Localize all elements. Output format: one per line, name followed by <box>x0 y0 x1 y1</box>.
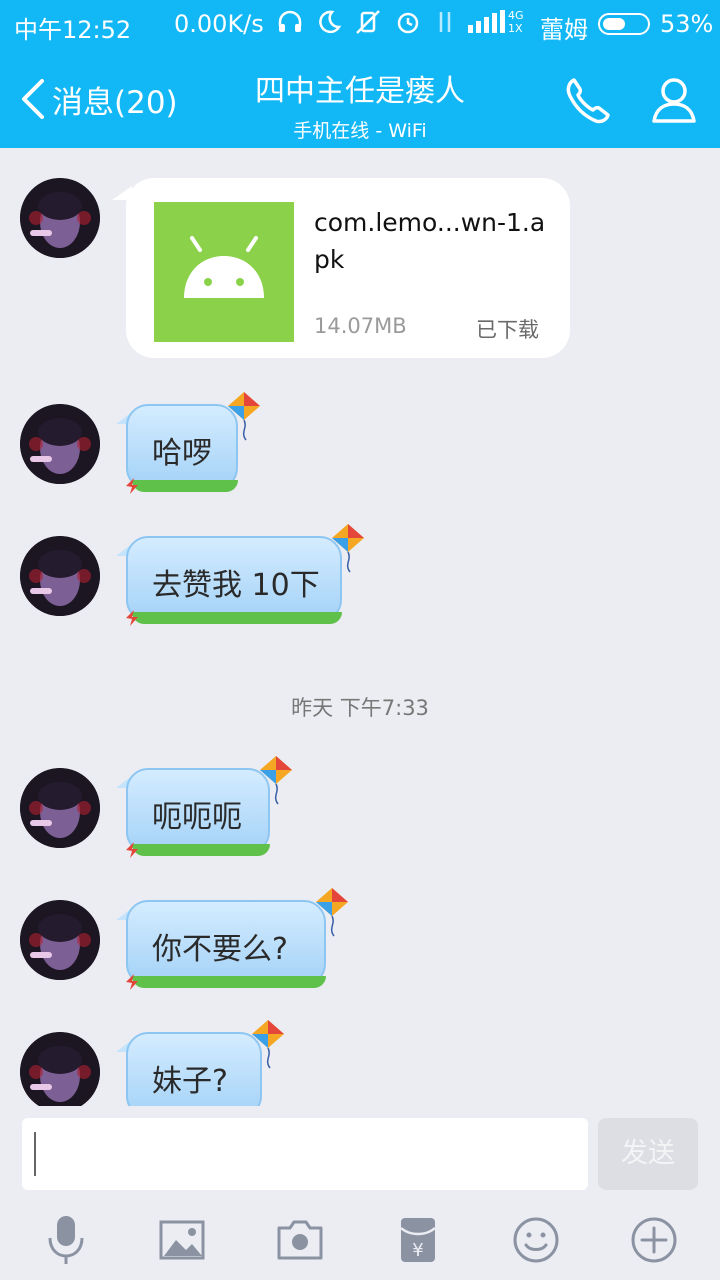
battery-icon <box>598 13 650 35</box>
message-list[interactable]: com.lemo...wn-1.apk 14.07MB 已下载 哈啰 去赞我 1… <box>0 148 720 1106</box>
camera-icon <box>277 1220 323 1260</box>
red-packet-button[interactable]: ¥ <box>394 1214 442 1266</box>
bubble-grass <box>132 844 270 856</box>
avatar[interactable] <box>20 900 100 980</box>
network-type: 4G 1X <box>508 9 524 35</box>
status-time: 中午12:52 <box>14 16 132 44</box>
sparkle-icon <box>126 974 138 990</box>
sparkle-icon <box>126 610 138 626</box>
data-transfer-icon <box>439 12 451 32</box>
moon-icon <box>319 10 342 34</box>
status-bar: 中午12:52 0.00K/s 4G 1X 蕾姆 53% <box>0 0 720 50</box>
page-title: 四中主任是瘘人 <box>255 74 465 109</box>
message-text: 呃呃呃 <box>152 800 242 835</box>
text-message[interactable]: 妹子? <box>116 1020 284 1106</box>
file-message[interactable]: com.lemo...wn-1.apk 14.07MB 已下载 <box>126 178 570 358</box>
sparkle-icon <box>126 842 138 858</box>
bubble-grass <box>132 612 342 624</box>
message-text: 去赞我 10下 <box>152 568 320 603</box>
gallery-button[interactable] <box>158 1214 206 1266</box>
status-speed: 0.00K/s <box>174 10 264 38</box>
person-icon <box>652 78 696 123</box>
message-text: 你不要么? <box>152 932 288 967</box>
mute-vibrate-icon <box>356 10 380 34</box>
red-packet-icon: ¥ <box>400 1218 436 1262</box>
file-size: 14.07MB <box>314 314 407 338</box>
online-status: 手机在线 - WiFi <box>293 120 427 142</box>
file-name: com.lemo...wn-1.apk <box>314 208 546 274</box>
image-icon <box>159 1220 205 1260</box>
avatar[interactable] <box>20 1032 100 1106</box>
back-button[interactable]: 消息(20) <box>18 74 178 124</box>
text-message[interactable]: 呃呃呃 <box>116 756 292 858</box>
message-input[interactable] <box>22 1118 588 1190</box>
mic-icon <box>48 1216 84 1264</box>
bubble-grass <box>132 480 238 492</box>
alarm-icon <box>397 12 419 34</box>
avatar[interactable] <box>20 768 100 848</box>
input-toolbar: ¥ <box>0 1200 720 1280</box>
voice-button[interactable] <box>42 1214 90 1266</box>
kite-icon <box>252 1020 284 1069</box>
avatar[interactable] <box>20 178 100 258</box>
phone-icon <box>566 78 610 124</box>
status-icons <box>276 8 520 36</box>
message-text: 哈啰 <box>152 436 212 471</box>
battery-fill <box>603 18 625 30</box>
title-block[interactable]: 四中主任是瘘人 手机在线 - WiFi <box>200 66 520 143</box>
text-caret <box>34 1132 36 1176</box>
kite-icon <box>260 756 292 805</box>
back-arrow-icon <box>22 79 44 119</box>
signal-icon <box>468 10 505 33</box>
avatar[interactable] <box>20 404 100 484</box>
message-text: 妹子? <box>152 1064 228 1099</box>
camera-button[interactable] <box>276 1214 324 1266</box>
apk-file-icon <box>154 202 294 342</box>
emoji-button[interactable] <box>512 1214 560 1266</box>
emoji-icon <box>513 1217 559 1263</box>
sparkle-icon <box>126 478 138 494</box>
kite-icon <box>316 888 348 937</box>
battery-percent: 53% <box>660 10 714 38</box>
carrier-name: 蕾姆 <box>540 16 588 44</box>
time-separator: 昨天 下午7:33 <box>291 696 429 720</box>
back-label: 消息(20) <box>52 84 178 121</box>
file-status: 已下载 <box>476 318 539 342</box>
text-message[interactable]: 去赞我 10下 <box>116 524 364 626</box>
more-button[interactable] <box>630 1214 678 1266</box>
call-button[interactable] <box>562 74 614 126</box>
text-message[interactable]: 哈啰 <box>116 392 260 494</box>
headphones-icon <box>278 10 302 32</box>
send-button[interactable]: 发送 <box>598 1118 698 1190</box>
kite-icon <box>228 392 260 441</box>
android-icon <box>184 236 264 298</box>
plus-icon <box>631 1217 677 1263</box>
kite-icon <box>332 524 364 573</box>
profile-button[interactable] <box>648 74 700 126</box>
avatar[interactable] <box>20 536 100 616</box>
svg-text:¥: ¥ <box>412 1240 423 1261</box>
chat-header: 消息(20) 四中主任是瘘人 手机在线 - WiFi <box>0 50 720 148</box>
text-message[interactable]: 你不要么? <box>116 888 348 990</box>
bubble-grass <box>132 976 326 988</box>
